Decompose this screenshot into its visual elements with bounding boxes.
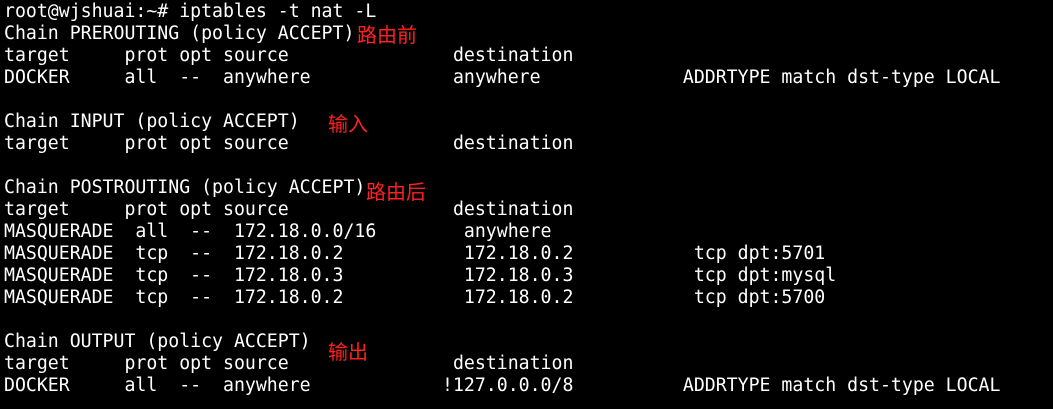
column-header-row: target prot opt source destination: [4, 133, 574, 154]
terminal-window[interactable]: root@wjshuai:~# iptables -t nat -L Chain…: [0, 0, 1053, 409]
rule-row: DOCKER all -- anywhere !127.0.0.0/8 ADDR…: [4, 375, 1001, 396]
annotation-postrouting: 路由后: [366, 180, 426, 204]
rule-row: MASQUERADE tcp -- 172.18.0.2 172.18.0.2 …: [4, 287, 826, 308]
annotation-output: 输出: [328, 340, 368, 364]
annotation-prerouting: 路由前: [357, 23, 417, 47]
chain-prerouting-header: Chain PREROUTING (policy ACCEPT): [4, 23, 355, 44]
rule-row: MASQUERADE all -- 172.18.0.0/16 anywhere: [4, 221, 552, 242]
chain-postrouting-header: Chain POSTROUTING (policy ACCEPT): [4, 177, 366, 198]
chain-input-header: Chain INPUT (policy ACCEPT): [4, 111, 300, 132]
command-prompt-line: root@wjshuai:~# iptables -t nat -L: [4, 1, 377, 22]
rule-row: DOCKER all -- anywhere anywhere ADDRTYPE…: [4, 67, 1001, 88]
column-header-row: target prot opt source destination: [4, 353, 574, 374]
rule-row: MASQUERADE tcp -- 172.18.0.3 172.18.0.3 …: [4, 265, 837, 286]
chain-output-header: Chain OUTPUT (policy ACCEPT): [4, 331, 311, 352]
annotation-input: 输入: [328, 112, 368, 136]
rule-row: MASQUERADE tcp -- 172.18.0.2 172.18.0.2 …: [4, 243, 826, 264]
column-header-row: target prot opt source destination: [4, 199, 574, 220]
column-header-row: target prot opt source destination: [4, 45, 574, 66]
